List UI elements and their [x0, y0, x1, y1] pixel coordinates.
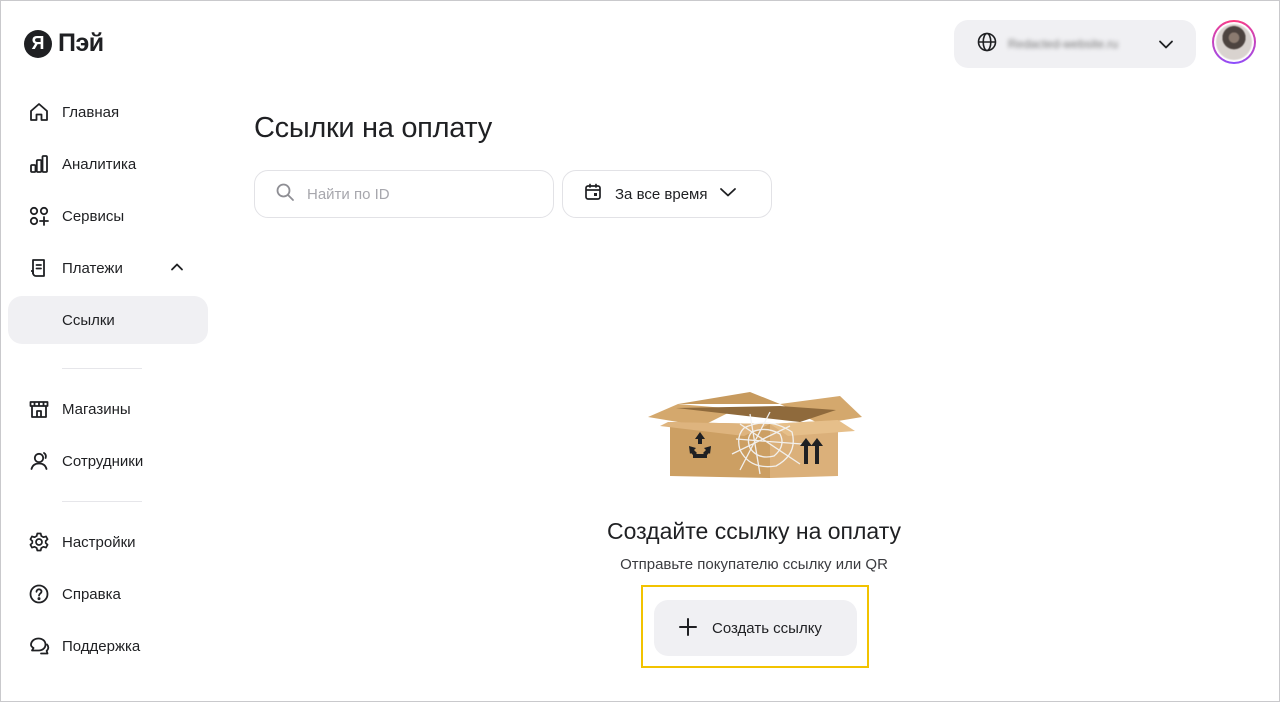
sidebar-item-label: Аналитика — [62, 155, 137, 173]
page-title: Ссылки на оплату — [254, 112, 492, 144]
avatar-ring — [1214, 22, 1254, 62]
help-icon — [28, 583, 50, 605]
sidebar-item-settings[interactable]: Настройки — [8, 518, 208, 566]
sidebar-item-employees[interactable]: Сотрудники — [8, 437, 208, 485]
sidebar-item-label: Сотрудники — [62, 452, 144, 470]
sidebar-item-services[interactable]: Сервисы — [8, 192, 208, 240]
services-icon — [28, 205, 50, 227]
sidebar-item-label: Поддержка — [62, 637, 141, 655]
yandex-pay-logo[interactable]: Я Пэй — [24, 29, 104, 58]
avatar-photo — [1216, 24, 1252, 60]
chat-icon — [28, 635, 50, 657]
gear-icon — [28, 531, 50, 553]
empty-box-illustration — [640, 384, 870, 484]
sidebar-item-label: Главная — [62, 103, 120, 121]
globe-icon — [976, 31, 998, 58]
sidebar-item-payments[interactable]: Платежи — [8, 244, 208, 292]
sidebar-divider — [62, 368, 142, 369]
plus-icon — [678, 617, 698, 640]
sidebar-item-label: Платежи — [62, 259, 123, 277]
sidebar-item-stores[interactable]: Магазины — [8, 385, 208, 433]
empty-state-title: Создайте ссылку на оплату — [607, 518, 901, 544]
shop-selector[interactable]: Redacted-website.ru — [954, 20, 1196, 68]
sidebar-item-analytics[interactable]: Аналитика — [8, 140, 208, 188]
sidebar-divider — [62, 501, 142, 502]
sidebar-item-label: Магазины — [62, 400, 131, 418]
create-link-label: Создать ссылку — [712, 619, 822, 637]
home-icon — [28, 101, 50, 123]
sidebar-item-help[interactable]: Справка — [8, 570, 208, 618]
sidebar-item-links[interactable]: Ссылки — [8, 296, 208, 344]
period-select[interactable]: За все время — [562, 170, 772, 218]
logo-text: Пэй — [58, 29, 104, 57]
user-avatar[interactable] — [1212, 20, 1256, 64]
sidebar-item-home[interactable]: Главная — [8, 88, 208, 136]
period-label: За все время — [615, 185, 708, 203]
create-link-button[interactable]: Создать ссылку — [654, 600, 857, 656]
chevron-up-icon[interactable] — [170, 260, 184, 279]
sidebar-item-support[interactable]: Поддержка — [8, 622, 208, 670]
sidebar-item-label: Настройки — [62, 533, 136, 551]
store-icon — [28, 398, 50, 420]
search-icon — [275, 182, 295, 207]
employees-icon — [28, 450, 50, 472]
search-input[interactable] — [307, 185, 527, 203]
sidebar-item-label: Справка — [62, 585, 121, 603]
empty-state-subtitle: Отправьте покупателю ссылку или QR — [620, 556, 888, 573]
sidebar-item-label: Сервисы — [62, 207, 125, 225]
payments-icon — [28, 257, 50, 279]
shop-name: Redacted-website.ru — [1008, 37, 1119, 51]
analytics-icon — [28, 153, 50, 175]
search-field[interactable] — [254, 170, 554, 218]
chevron-down-icon — [1158, 37, 1174, 56]
sidebar-item-label: Ссылки — [62, 311, 115, 329]
calendar-icon — [583, 182, 603, 207]
chevron-down-icon — [719, 185, 737, 204]
logo-mark: Я — [24, 29, 52, 58]
